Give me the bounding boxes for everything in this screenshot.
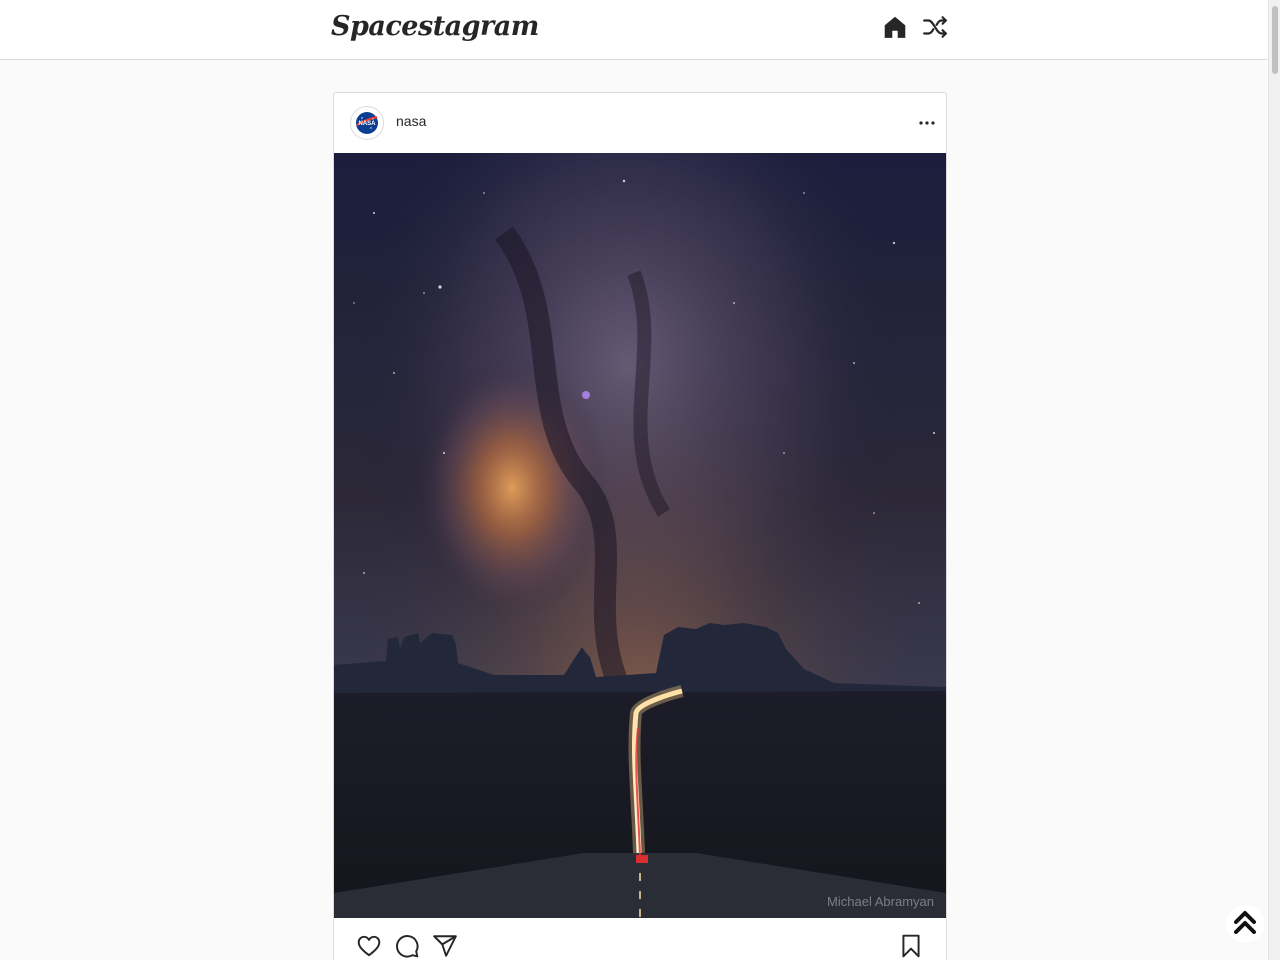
nasa-logo-icon[interactable]: NASA	[350, 106, 384, 140]
page-scrollbar[interactable]	[1268, 0, 1280, 960]
comment-icon[interactable]	[393, 932, 421, 960]
top-navigation-bar: Spacestagram	[0, 0, 1268, 60]
app-logo[interactable]: Spacestagram	[331, 11, 539, 42]
share-icon[interactable]	[431, 932, 459, 960]
svg-text:NASA: NASA	[358, 121, 376, 127]
post-actions	[334, 918, 946, 960]
post-card: NASA nasa Michael Abramyan	[333, 92, 947, 960]
post-header: NASA nasa	[334, 93, 946, 153]
photo-credit: Michael Abramyan	[827, 894, 934, 909]
more-options-icon[interactable]	[912, 111, 942, 135]
scrollbar-thumb[interactable]	[1272, 6, 1278, 74]
home-icon[interactable]	[881, 13, 909, 41]
heart-icon[interactable]	[355, 932, 383, 960]
scroll-to-top-button[interactable]	[1226, 905, 1264, 943]
shuffle-icon[interactable]	[921, 13, 949, 41]
post-image[interactable]: Michael Abramyan	[334, 153, 946, 918]
post-username[interactable]: nasa	[396, 113, 426, 129]
double-chevron-up-icon	[1232, 908, 1258, 941]
bookmark-icon[interactable]	[897, 932, 925, 960]
